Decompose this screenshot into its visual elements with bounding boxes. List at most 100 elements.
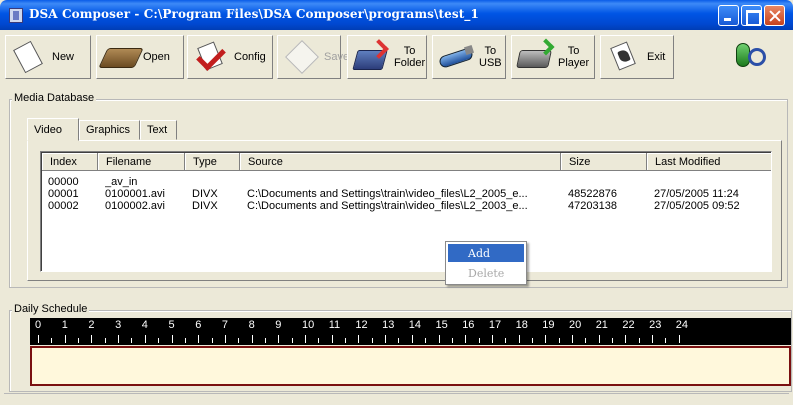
cell-filename: 0100001.avi [105,188,165,200]
hour-tick [625,335,627,343]
minimize-button[interactable] [718,5,739,26]
to-usb-button[interactable]: To USB [432,35,506,79]
half-hour-tick [585,338,587,343]
hour-ruler[interactable]: 0 1 2 3 4 5 6 7 8 9 10 11 12 13 14 15 16 17 18 19 20 21 22 23 24 [30,318,791,345]
hour-label: 11 [328,319,341,331]
cell-type: DIVX [192,200,218,212]
maximize-button[interactable] [741,5,762,26]
title-bar[interactable]: DSA Composer - C:\Program Files\DSA Comp… [0,0,793,30]
exit-button[interactable]: Exit [600,35,674,79]
playlist-group-edge [4,393,789,405]
hour-label: 9 [275,319,282,331]
hour-tick [38,335,39,343]
hour-tick [545,335,547,343]
config-button[interactable]: Config [187,35,273,79]
hour-tick [171,335,173,343]
half-hour-tick [264,338,266,343]
column-filename[interactable]: Filename [98,153,185,171]
column-source[interactable]: Source [240,153,561,171]
hour-label: 1 [61,319,68,331]
hour-label: 5 [168,319,175,331]
open-folder-icon [98,38,144,76]
usb-drive-icon [437,38,475,76]
close-button[interactable] [764,5,785,26]
window-title: DSA Composer - C:\Program Files\DSA Comp… [29,7,479,21]
hour-label: 10 [302,319,315,331]
new-button[interactable]: New [5,35,91,79]
hour-tick [678,335,680,343]
hour-label: 14 [408,319,422,331]
media-player-icon [516,38,555,76]
half-hour-tick [158,338,160,343]
hour-label: 4 [141,319,148,331]
hour-label: 23 [649,319,662,331]
tab-text[interactable]: Text [140,120,177,140]
save-button[interactable]: Save [277,35,349,79]
menu-item-add[interactable]: Add [448,244,524,262]
open-label: Open [143,51,170,63]
to-folder-label: To Folder [394,45,426,69]
cell-type: DIVX [192,188,218,200]
hour-label: 2 [88,319,95,331]
hour-tick [465,335,467,343]
half-hour-tick [665,338,667,343]
hour-label: 17 [488,319,502,331]
half-hour-tick [104,338,106,343]
to-folder-button[interactable]: To Folder [347,35,427,79]
about-button[interactable] [730,38,770,74]
hour-label: 21 [595,319,608,331]
half-hour-tick [558,338,560,343]
cell-source: C:\Documents and Settings\train\video_fi… [247,200,528,212]
half-hour-tick [184,338,186,343]
column-index[interactable]: Index [42,153,98,171]
hour-tick [358,335,360,343]
cell-filename: _av_in [105,176,138,188]
menu-item-delete[interactable]: Delete [448,264,524,282]
hour-label: 3 [115,319,122,331]
cell-source: C:\Documents and Settings\train\video_fi… [247,188,528,200]
media-list[interactable]: Index Filename Type Source Size Last Mod… [40,151,772,272]
hour-tick [64,335,66,343]
tab-video[interactable]: Video [27,118,79,141]
to-player-button[interactable]: To Player [511,35,595,79]
hour-label: 13 [382,319,395,331]
config-checkmark-icon [192,38,230,76]
hour-tick [144,335,146,343]
table-row[interactable]: 00002 0100002.avi DIVX C:\Documents and … [41,200,771,212]
cell-size: 48522876 [568,188,617,200]
exit-label: Exit [647,51,666,63]
hour-tick [598,335,600,343]
hour-tick [411,335,413,343]
column-type[interactable]: Type [185,153,240,171]
to-player-label: To Player [558,45,590,69]
hour-tick [118,335,120,343]
save-label: Save [324,51,350,63]
half-hour-tick [478,338,480,343]
column-size[interactable]: Size [561,153,647,171]
hour-tick [518,335,520,343]
half-hour-tick [238,338,240,343]
media-database-label: Media Database [12,92,97,104]
list-header: Index Filename Type Source Size Last Mod… [42,153,771,171]
hour-label: 24 [675,319,689,331]
toolbar: New Open Config Save To Folder To USB To… [4,33,789,85]
table-row[interactable]: 00001 0100001.avi DIVX C:\Documents and … [41,188,771,200]
tab-graphics[interactable]: Graphics [79,120,140,140]
half-hour-tick [451,338,453,343]
hour-tick [385,335,387,343]
app-icon[interactable] [9,8,23,23]
hour-tick [251,335,253,343]
open-button[interactable]: Open [96,35,184,79]
hour-label: 15 [435,319,448,331]
hour-tick [572,335,573,343]
half-hour-tick [51,338,53,343]
hour-label: 7 [221,319,229,331]
half-hour-tick [612,338,614,343]
column-last-modified[interactable]: Last Modified [647,153,771,171]
folder-export-icon [352,38,390,76]
new-document-icon [10,38,48,76]
hour-tick [224,335,226,343]
table-row[interactable]: 00000 _av_in [41,176,771,188]
half-hour-tick [531,338,533,343]
schedule-track[interactable] [30,346,791,386]
